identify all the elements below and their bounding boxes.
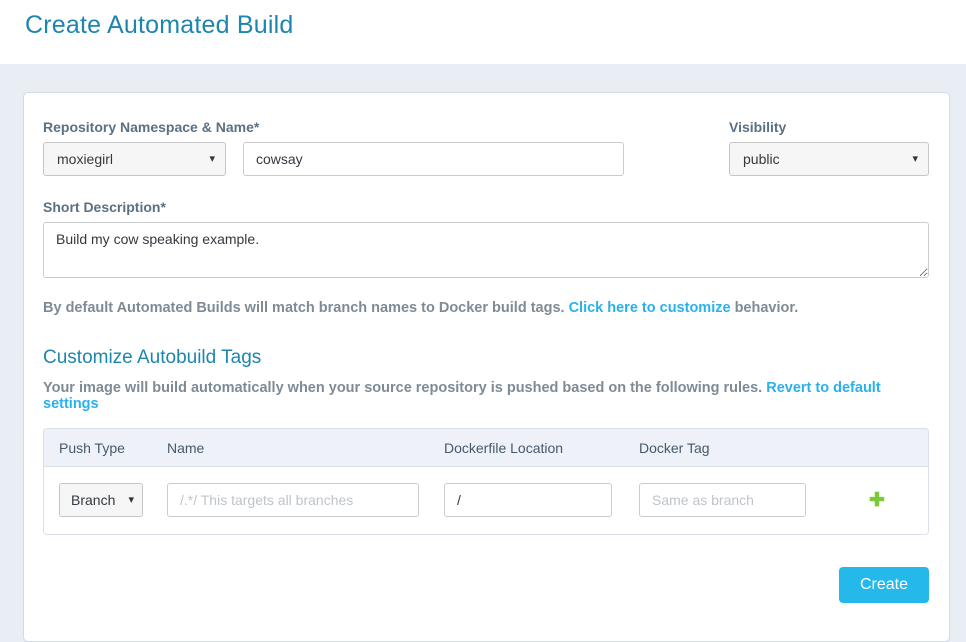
push-type-select[interactable]: Branch ▾ <box>59 483 143 517</box>
default-behavior-note: By default Automated Builds will match b… <box>43 300 929 316</box>
repo-namespace-name-group: Repository Namespace & Name* moxiegirl ▾ <box>43 119 624 176</box>
note-text-before: By default Automated Builds will match b… <box>43 300 569 316</box>
form-actions: Create <box>43 567 929 603</box>
page-title: Create Automated Build <box>25 11 966 40</box>
visibility-select[interactable]: public ▾ <box>729 142 929 176</box>
autobuild-rules-note: Your image will build automatically when… <box>43 380 929 412</box>
docker-tag-input[interactable] <box>639 483 806 517</box>
plus-icon: ✚ <box>869 490 885 511</box>
add-rule-button[interactable]: ✚ <box>865 487 889 514</box>
header-dockerfile-location: Dockerfile Location <box>444 440 639 456</box>
short-description-textarea[interactable]: Build my cow speaking example. <box>43 222 929 278</box>
visibility-label: Visibility <box>729 119 929 135</box>
table-row: Branch ▾ ✚ <box>44 467 928 534</box>
repo-visibility-row: Repository Namespace & Name* moxiegirl ▾… <box>43 119 929 176</box>
create-build-form-card: Repository Namespace & Name* moxiegirl ▾… <box>23 92 950 642</box>
namespace-select[interactable]: moxiegirl ▾ <box>43 142 226 176</box>
page-header: Create Automated Build <box>0 0 966 64</box>
namespace-selected-value: moxiegirl <box>57 151 113 167</box>
chevron-down-icon: ▾ <box>209 154 215 165</box>
rule-name-input[interactable] <box>167 483 419 517</box>
visibility-selected-value: public <box>743 151 780 167</box>
chevron-down-icon: ▾ <box>912 154 918 165</box>
repo-namespace-name-label: Repository Namespace & Name* <box>43 119 624 135</box>
visibility-group: Visibility public ▾ <box>729 119 929 176</box>
note-text-after: behavior. <box>731 300 799 316</box>
customize-behavior-link[interactable]: Click here to customize <box>569 300 731 316</box>
short-description-group: Short Description* Build my cow speaking… <box>43 199 929 283</box>
header-name: Name <box>167 440 444 456</box>
autobuild-tags-table: Push Type Name Dockerfile Location Docke… <box>43 428 929 535</box>
short-description-label: Short Description* <box>43 199 929 215</box>
header-push-type: Push Type <box>59 440 167 456</box>
push-type-selected-value: Branch <box>71 492 115 508</box>
table-header-row: Push Type Name Dockerfile Location Docke… <box>44 429 928 467</box>
create-button[interactable]: Create <box>839 567 929 603</box>
dockerfile-location-input[interactable] <box>444 483 612 517</box>
rules-note-text: Your image will build automatically when… <box>43 380 766 396</box>
header-docker-tag: Docker Tag <box>639 440 826 456</box>
customize-autobuild-tags-heading: Customize Autobuild Tags <box>43 347 929 369</box>
chevron-down-icon: ▾ <box>128 495 134 506</box>
repo-name-input[interactable] <box>243 142 624 176</box>
